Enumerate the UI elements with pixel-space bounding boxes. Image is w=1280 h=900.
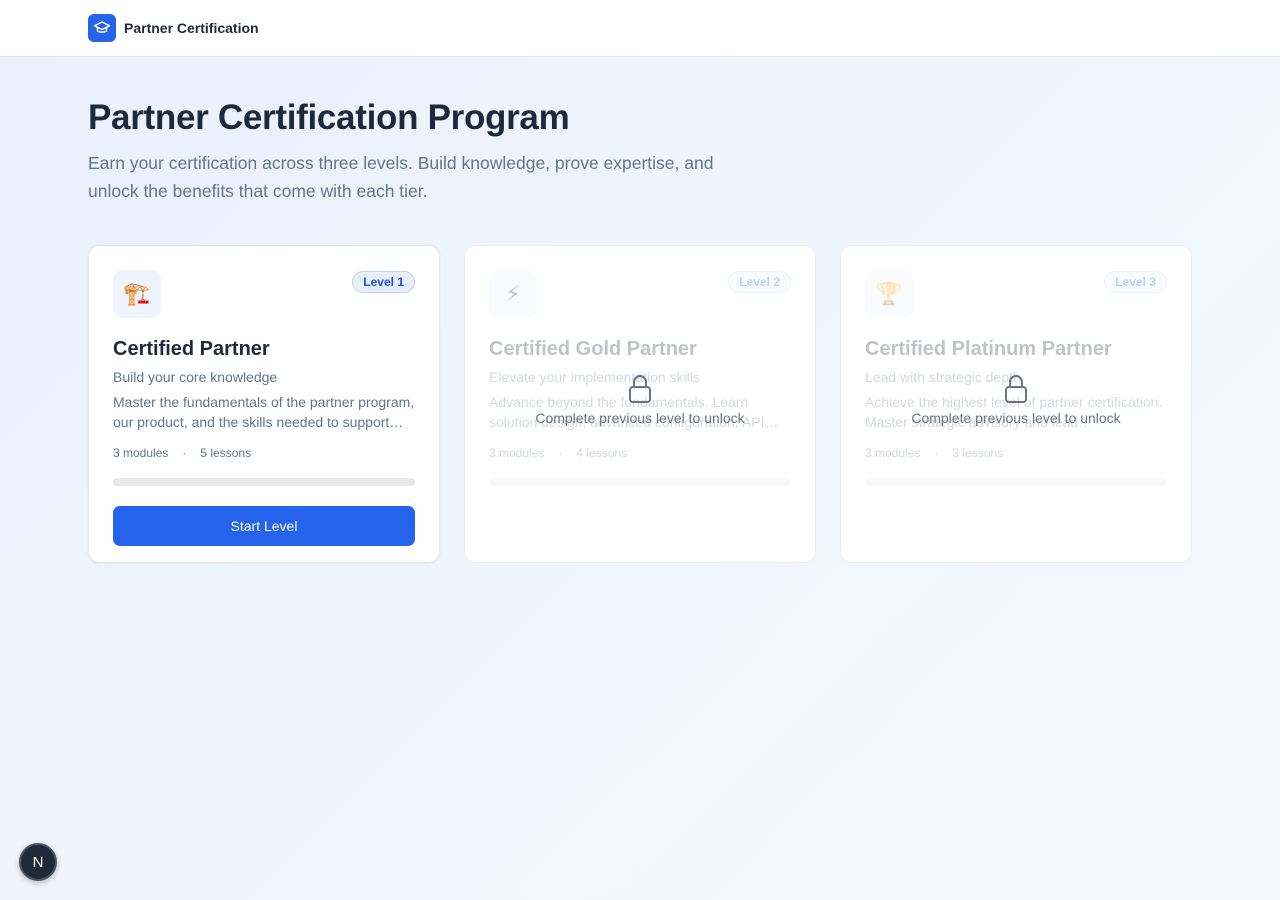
start-level-button[interactable]: Start Level [113, 506, 415, 546]
lightning-icon: ⚡ [489, 270, 537, 318]
level-cards: 🏗️ Level 1 Certified Partner Build your … [88, 245, 1192, 563]
level-badge: Level 3 [1104, 271, 1167, 293]
trophy-icon: 🏆 [865, 270, 913, 318]
level-card-3: 🏆 Level 3 Certified Platinum Partner Lea… [840, 245, 1192, 563]
level-title: Certified Partner [113, 338, 270, 360]
level-subtitle: Build your core knowledge [113, 369, 278, 385]
level-meta: 3 modules · 4 lessons [489, 446, 791, 460]
lessons-count: 3 lessons [952, 446, 1004, 460]
brand-name[interactable]: Partner Certification [124, 20, 259, 36]
lock-overlay: Complete previous level to unlock [465, 374, 815, 426]
progress-bar [865, 478, 1167, 486]
modules-count: 3 modules [113, 446, 169, 460]
hero-section: Partner Certification Program Earn your … [0, 57, 1280, 205]
level-description: Master the fundamentals of the partner p… [113, 394, 415, 430]
modules-count: 3 modules [489, 446, 545, 460]
progress-bar [489, 478, 791, 486]
level-card-2: ⚡ Level 2 Certified Gold Partner Elevate… [464, 245, 816, 563]
dev-tools-button[interactable]: N [19, 843, 57, 881]
card-body: 🏗️ Level 1 Certified Partner Build your … [113, 270, 415, 546]
level-card-1: 🏗️ Level 1 Certified Partner Build your … [88, 245, 440, 563]
lock-overlay: Complete previous level to unlock [841, 374, 1191, 426]
top-navbar: Partner Certification [0, 0, 1280, 57]
level-meta: 3 modules · 3 lessons [865, 446, 1167, 460]
crane-icon: 🏗️ [113, 270, 161, 318]
lessons-count: 5 lessons [200, 446, 252, 460]
level-badge: Level 2 [728, 271, 791, 293]
level-meta: 3 modules · 5 lessons [113, 446, 415, 460]
meta-separator: · [558, 446, 563, 460]
lock-message: Complete previous level to unlock [911, 410, 1121, 426]
meta-separator: · [182, 446, 187, 460]
lock-icon [1005, 375, 1027, 403]
level-badge: Level 1 [352, 271, 415, 293]
lock-icon [629, 375, 651, 403]
dev-tools-label: N [32, 853, 44, 871]
page-title: Partner Certification Program [88, 98, 570, 137]
lock-message: Complete previous level to unlock [535, 410, 745, 426]
level-title: Certified Platinum Partner [865, 338, 1112, 360]
graduation-cap-icon [88, 14, 116, 42]
modules-count: 3 modules [865, 446, 921, 460]
lessons-count: 4 lessons [576, 446, 628, 460]
level-title: Certified Gold Partner [489, 338, 697, 360]
progress-bar [113, 478, 415, 486]
page-subtitle: Earn your certification across three lev… [88, 153, 714, 201]
meta-separator: · [934, 446, 939, 460]
